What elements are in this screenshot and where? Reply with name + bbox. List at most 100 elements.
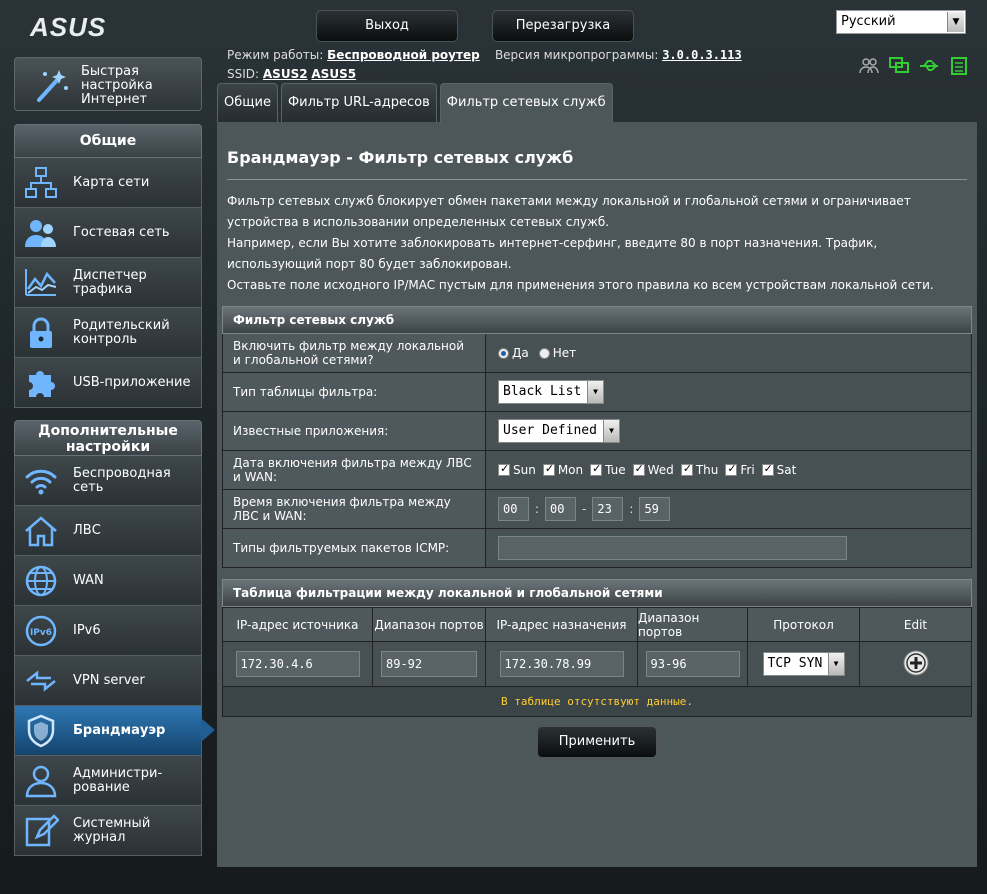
end-hour-input[interactable]: 23: [592, 497, 624, 521]
svg-text:IPv6: IPv6: [30, 628, 52, 638]
sidebar-item-vpn-server[interactable]: VPN server: [14, 656, 202, 706]
checkbox-fri[interactable]: [725, 462, 738, 476]
checkbox-sun[interactable]: [498, 462, 510, 476]
rules-input-row: 172.30.4.6 89-92 172.30.78.99 93-96 TCP …: [223, 642, 971, 686]
sidebar-item-guest-network[interactable]: Гостевая сеть: [14, 208, 202, 258]
filter-time-label: Время включения фильтра между ЛВС и WAN:: [223, 490, 486, 528]
destination-ip-input[interactable]: 172.30.78.99: [499, 651, 624, 677]
end-minute-input[interactable]: 59: [639, 497, 671, 521]
radio-yes[interactable]: [498, 347, 509, 359]
sidebar-item-wan[interactable]: WAN: [14, 556, 202, 606]
enable-filter-label: Включить фильтр между локальной и глобал…: [223, 334, 486, 372]
advanced-nav: Беспроводная сеть ЛВС WAN IPv6 IPv6 VPN …: [14, 456, 215, 856]
logout-button[interactable]: Выход: [316, 10, 458, 42]
time-separator: :: [535, 502, 540, 516]
start-minute-input[interactable]: 00: [545, 497, 577, 521]
filter-days-label: Дата включения фильтра между ЛВС и WAN:: [223, 451, 486, 489]
tab-general[interactable]: Общие: [217, 83, 278, 122]
apply-button[interactable]: Применить: [537, 726, 657, 758]
sidebar-item-traffic-manager[interactable]: Диспетчер трафика: [14, 258, 202, 308]
wireless-icon: [23, 463, 59, 499]
column-header: Диапазон портов: [373, 608, 486, 642]
checkbox-wed[interactable]: [632, 462, 645, 476]
sidebar-item-administration[interactable]: Администри-рование: [14, 756, 202, 806]
rules-table-header: IP-адрес источника Диапазон портов IP-ад…: [223, 608, 971, 642]
language-value: Русский: [841, 14, 896, 29]
checkbox-sat[interactable]: [761, 462, 774, 476]
firmware-version-link[interactable]: 3.0.0.3.113: [662, 48, 741, 62]
quick-setup-button[interactable]: Быстрая настройка Интернет: [14, 57, 202, 111]
known-apps-label: Известные приложения:: [223, 412, 486, 450]
sidebar-item-usb-app[interactable]: USB-приложение: [14, 358, 202, 408]
table-type-label: Тип таблицы фильтра:: [223, 373, 486, 411]
language-select[interactable]: Русский ▼: [836, 10, 966, 34]
enable-filter-row: Включить фильтр между локальной и глобал…: [222, 334, 972, 373]
globe-icon: [23, 563, 59, 599]
known-apps-select[interactable]: User Defined ▼: [498, 419, 620, 443]
printer-status-icon[interactable]: [948, 56, 970, 76]
chevron-down-icon: ▼: [587, 381, 603, 403]
source-ip-input[interactable]: 172.30.4.6: [235, 651, 360, 677]
vpn-icon: [23, 663, 59, 699]
ssid-link-2[interactable]: ASUS5: [311, 67, 356, 81]
operation-mode-link[interactable]: Беспроводной роутер: [327, 48, 480, 62]
sidebar-item-label: Родительский контроль: [73, 317, 170, 347]
reboot-button[interactable]: Перезагрузка: [492, 10, 634, 42]
tab-network-services-filter[interactable]: Фильтр сетевых служб: [439, 83, 613, 122]
column-header: Диапазон портов: [638, 608, 748, 642]
destination-port-input[interactable]: 93-96: [645, 651, 740, 677]
clients-icon[interactable]: [858, 56, 880, 76]
general-nav: Карта сети Гостевая сеть Диспетчер трафи…: [14, 158, 202, 408]
chevron-down-icon: ▼: [827, 653, 844, 675]
sidebar-item-wireless[interactable]: Беспроводная сеть: [14, 456, 202, 506]
icmp-input[interactable]: [498, 536, 847, 560]
main-panel: Брандмауэр - Фильтр сетевых служб Фильтр…: [217, 122, 977, 867]
sidebar-item-lan[interactable]: ЛВС: [14, 506, 202, 556]
start-hour-input[interactable]: 00: [498, 497, 529, 521]
description-paragraph-2: Например, если Вы хотите заблокировать и…: [227, 236, 878, 271]
home-icon: [23, 513, 59, 549]
time-separator: :: [629, 502, 634, 516]
network-status-icon[interactable]: [888, 56, 910, 76]
sidebar-item-label: Системный журнал: [73, 815, 151, 845]
rules-table-title: Таблица фильтрации между локальной и гло…: [222, 579, 972, 607]
tab-url-filter[interactable]: Фильтр URL-адресов: [280, 83, 437, 122]
icmp-row: Типы фильтруемых пакетов ICMP:: [222, 529, 972, 568]
sidebar-item-label: USB-приложение: [73, 374, 191, 390]
icmp-label: Типы фильтруемых пакетов ICMP:: [223, 529, 486, 567]
general-section-title: Общие: [14, 124, 202, 158]
title-divider: [227, 179, 967, 180]
sidebar-item-network-map[interactable]: Карта сети: [14, 158, 202, 208]
traffic-manager-icon: [23, 265, 59, 301]
radio-yes-label: Да: [512, 346, 529, 360]
sidebar-item-label: IPv6: [73, 622, 101, 638]
source-port-input[interactable]: 89-92: [381, 651, 477, 677]
radio-no[interactable]: [538, 347, 550, 359]
checkbox-mon[interactable]: [542, 462, 555, 476]
asus-logo: ASUS: [30, 12, 107, 42]
protocol-select[interactable]: TCP SYN ▼: [762, 652, 845, 676]
day-label: Mon: [557, 463, 584, 477]
chevron-down-icon: ▼: [603, 420, 619, 442]
sidebar-item-ipv6[interactable]: IPv6 IPv6: [14, 606, 202, 656]
sidebar-item-label: WAN: [73, 572, 104, 588]
sidebar-item-parental-control[interactable]: Родительский контроль: [14, 308, 202, 358]
network-map-icon: [23, 165, 59, 201]
sidebar-item-label: Диспетчер трафика: [73, 267, 147, 297]
checkbox-tue[interactable]: [590, 462, 603, 476]
ssid-link-1[interactable]: ASUS2: [263, 67, 308, 81]
page-title: Брандмауэр - Фильтр сетевых служб: [227, 148, 574, 167]
table-type-select[interactable]: Black List ▼: [498, 380, 604, 404]
add-rule-button[interactable]: [903, 650, 929, 679]
shield-icon: [23, 713, 59, 749]
sidebar-item-system-log[interactable]: Системный журнал: [14, 806, 202, 856]
checkbox-thu[interactable]: [680, 462, 693, 476]
known-apps-value: User Defined: [503, 423, 597, 438]
sidebar-item-label: Администри-рование: [73, 765, 163, 795]
usb-status-icon[interactable]: [918, 56, 940, 76]
sidebar-item-firewall[interactable]: Брандмауэр: [14, 706, 215, 756]
day-label: Wed: [647, 463, 674, 477]
status-line-ssid: SSID: ASUS2 ASUS5: [227, 67, 357, 81]
empty-table-message: В таблице отсутствуют данные.: [223, 686, 971, 716]
magic-wand-icon: [33, 66, 71, 104]
